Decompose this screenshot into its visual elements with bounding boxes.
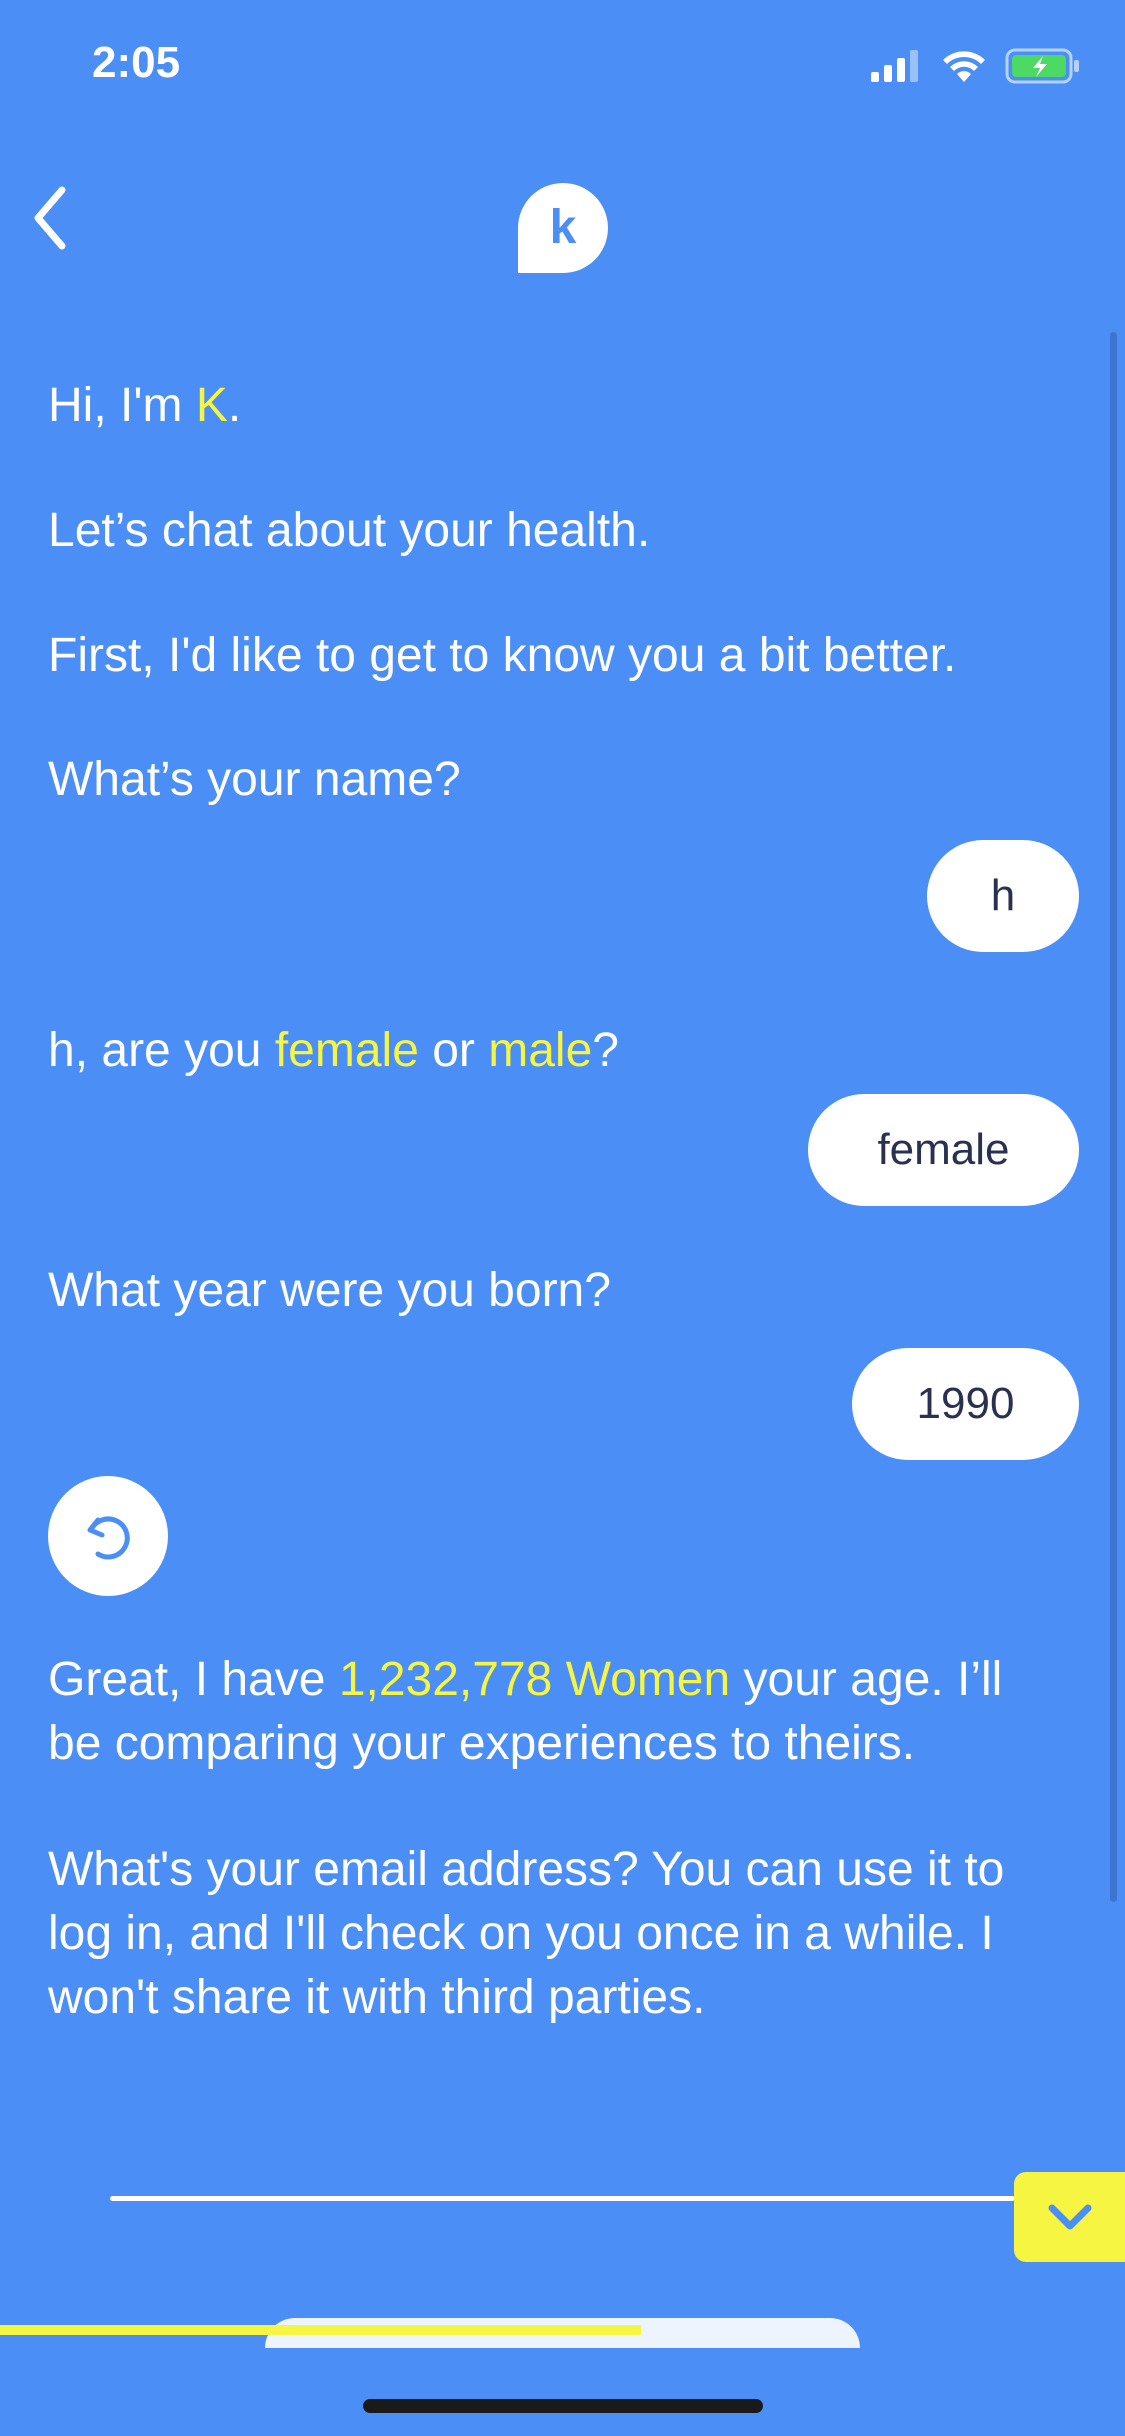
user-reply-year[interactable]: 1990 [852, 1348, 1079, 1460]
bot-message-intro: Let’s chat about your health. [48, 504, 651, 557]
back-button[interactable] [18, 178, 98, 258]
wifi-icon [943, 51, 985, 82]
bot-message-know-you: First, I'd like to get to know you a bit… [48, 629, 957, 682]
women-count: 1,232,778 Women [338, 1653, 731, 1706]
bot-message-greeting: Hi, I'm K. [48, 379, 242, 432]
gender-option-male[interactable]: male [488, 1024, 592, 1077]
status-icons [871, 48, 1081, 84]
chevron-down-icon [1048, 2204, 1091, 2230]
app-logo: k [518, 183, 608, 273]
undo-icon [87, 1516, 130, 1560]
home-indicator[interactable] [363, 2399, 763, 2413]
user-reply-name[interactable]: h [927, 840, 1079, 952]
undo-button[interactable] [48, 1476, 168, 1596]
progress-bar [0, 2325, 1125, 2335]
scrollbar[interactable] [1110, 332, 1117, 1902]
chevron-left-icon [34, 186, 66, 250]
bot-message-comparison: Great, I have 1,232,778 Women your age. … [48, 1653, 1003, 1770]
email-input[interactable] [110, 2196, 1015, 2201]
status-time: 2:05 [92, 38, 181, 87]
bot-name: K [195, 379, 228, 432]
status-bar: 2:05 [0, 0, 1125, 132]
user-reply-name-text: h [990, 871, 1016, 920]
progress-fill [0, 2325, 642, 2335]
bot-message-ask-email: What's your email address? You can use i… [48, 1843, 1005, 2024]
user-reply-year-text: 1990 [916, 1379, 1015, 1428]
user-reply-gender-text: female [877, 1125, 1010, 1174]
cellular-signal-icon [871, 50, 918, 82]
user-reply-gender[interactable]: female [808, 1094, 1079, 1206]
battery-charging-icon [1005, 48, 1079, 84]
bot-message-ask-name: What’s your name? [48, 753, 461, 806]
gender-option-female[interactable]: female [275, 1024, 419, 1077]
bot-message-ask-year: What year were you born? [48, 1264, 611, 1317]
bot-message-ask-gender: h, are you female or male? [48, 1024, 619, 1077]
expand-button[interactable] [1014, 2172, 1125, 2262]
logo-letter: k [550, 201, 577, 254]
